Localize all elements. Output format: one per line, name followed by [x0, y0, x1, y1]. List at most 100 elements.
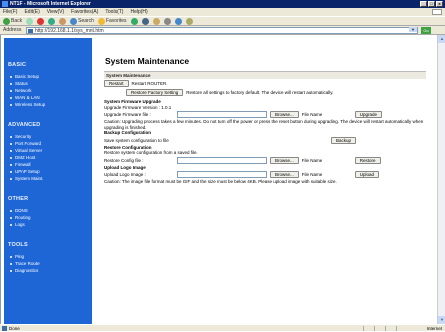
page-viewport: BASIC Basic Setup Status Network WAN & LAN Wi… — [0, 35, 437, 324]
sidebar-item[interactable]: Ping — [4, 253, 92, 260]
sidebar-item[interactable]: Trace Route — [4, 260, 92, 267]
sidebar-group-3: TOOLS — [8, 242, 28, 248]
minimize-button[interactable]: _ — [420, 1, 427, 7]
toolbar-item-mail[interactable] — [152, 17, 160, 25]
title-bar: NT1F - Microsoft Internet Explorer _ □ x — [0, 0, 445, 8]
media-icon — [130, 17, 138, 25]
backup-row: Save system configuration to file Backup — [104, 136, 426, 145]
maximize-button[interactable]: □ — [428, 1, 435, 7]
address-input[interactable]: http://192.168.1.1/sys_mnt.htm — [26, 27, 418, 34]
menu-tools[interactable]: Tools(T) — [105, 8, 123, 16]
upgrade-button[interactable]: Upgrade — [354, 111, 383, 118]
restore-browse-button[interactable]: Browse... — [270, 156, 299, 164]
sidebar-nav: BASIC Basic Setup Status Network WAN & LAN Wi… — [4, 38, 92, 324]
toolbar-item-discuss[interactable] — [185, 17, 193, 25]
status-bar: Done Internet — [0, 324, 445, 331]
backup-button[interactable]: Backup — [331, 136, 357, 144]
sidebar-item[interactable]: Basic Setup — [4, 73, 92, 80]
firmware-file-label: Upgrade Firmware file : — [104, 112, 151, 117]
firmware-browse-button[interactable]: Browse... — [270, 111, 299, 118]
sidebar-item[interactable]: Routing — [4, 214, 92, 221]
logo-file-label: Upload Logo Image : — [104, 172, 146, 177]
logo-file-suffix: File Name — [301, 172, 323, 177]
menu-file[interactable]: File(F) — [3, 8, 17, 16]
ie-icon — [2, 1, 8, 7]
print-icon — [163, 17, 171, 25]
firmware-file-row: Upgrade Firmware file : Browse... File N… — [104, 110, 426, 119]
toolbar-item-back-arrow[interactable]: Back — [3, 17, 22, 25]
refresh-icon — [48, 17, 56, 25]
page-done-icon — [2, 326, 7, 331]
sidebar-item[interactable]: Status — [4, 80, 92, 87]
toolbar-label: Favorites — [105, 18, 127, 24]
vertical-scrollbar[interactable]: ▲ ▼ — [437, 35, 445, 324]
status-separators — [363, 326, 397, 331]
history-icon — [141, 17, 149, 25]
restore-file-input[interactable] — [177, 156, 267, 164]
sidebar-item[interactable]: Wireless Setup — [4, 101, 92, 108]
discuss-icon — [185, 17, 193, 25]
scroll-up-icon[interactable]: ▲ — [438, 35, 445, 43]
firmware-file-input[interactable] — [177, 111, 267, 118]
logo-file-row: Upload Logo Image : Browse... File Name … — [104, 170, 426, 179]
section-header-maintenance: System Maintenance — [104, 71, 426, 79]
restore-file-suffix: File Name — [301, 157, 323, 163]
logo-caution: Caution: The image file format must be G… — [104, 179, 337, 184]
edit-icon — [174, 17, 182, 25]
scroll-down-icon[interactable]: ▼ — [438, 316, 445, 324]
toolbar-item-print[interactable] — [163, 17, 171, 25]
sidebar-item[interactable]: Port Forward — [4, 140, 92, 147]
favorites-icon — [97, 17, 105, 25]
home-icon — [59, 17, 67, 25]
logo-browse-button[interactable]: Browse... — [270, 171, 299, 178]
toolbar-item-favorites[interactable]: Favorites — [97, 17, 127, 25]
factory-reset-button[interactable]: Restore Factory Setting — [126, 89, 184, 96]
page-icon — [28, 29, 33, 33]
browser-window: NT1F - Microsoft Internet Explorer _ □ x… — [0, 0, 445, 331]
factory-row: Restore Factory Setting Restore all sett… — [104, 88, 426, 97]
toolbar-item-edit[interactable] — [174, 17, 182, 25]
logo-file-input[interactable] — [177, 171, 267, 178]
sidebar-item[interactable]: System Maint. — [4, 175, 92, 182]
sidebar-item[interactable]: Virtual Server — [4, 147, 92, 154]
backup-label: Save system configuration to file — [104, 137, 169, 143]
upload-button[interactable]: Upload — [354, 171, 380, 178]
window-title: NT1F - Microsoft Internet Explorer — [10, 1, 91, 7]
sidebar-item[interactable]: DDNS — [4, 207, 92, 214]
menu-help[interactable]: Help(H) — [130, 8, 147, 16]
status-text: Done — [9, 326, 20, 331]
toolbar-label: Search — [78, 18, 94, 24]
sidebar-item[interactable]: UPnP Setup — [4, 168, 92, 175]
chevron-down-icon[interactable]: ▼ — [409, 27, 417, 32]
toolbar-item-search[interactable]: Search — [70, 17, 94, 25]
menu-edit[interactable]: Edit(E) — [24, 8, 39, 16]
sidebar-item[interactable]: DMZ Host — [4, 154, 92, 161]
restart-button[interactable]: Restart — [104, 80, 129, 87]
forward-arrow-icon — [26, 17, 34, 25]
search-icon — [70, 17, 78, 25]
restart-row: Restart Restart ROUTER. — [104, 79, 426, 88]
restore-file-row: Restore Config file : Browse... File Nam… — [104, 156, 426, 165]
sidebar-item[interactable]: Security — [4, 133, 92, 140]
close-button[interactable]: x — [436, 1, 443, 7]
toolbar-item-refresh[interactable] — [48, 17, 56, 25]
toolbar-item-home[interactable] — [59, 17, 67, 25]
address-url: http://192.168.1.1/sys_mnt.htm — [35, 28, 104, 34]
toolbar-item-media[interactable] — [130, 17, 138, 25]
sidebar-item[interactable]: Network — [4, 87, 92, 94]
sidebar-item[interactable]: Logs — [4, 221, 92, 228]
sidebar-item[interactable]: Firewall — [4, 161, 92, 168]
go-button[interactable]: Go — [421, 27, 431, 34]
toolbar-item-forward-arrow[interactable] — [26, 17, 34, 25]
address-label: Address — [3, 27, 22, 33]
menu-bar: File(F) Edit(E) View(V) Favorites(A) Too… — [0, 8, 445, 16]
sidebar-group-2: OTHER — [8, 196, 29, 202]
menu-favorites[interactable]: Favorites(A) — [71, 8, 98, 16]
sidebar-item[interactable]: WAN & LAN — [4, 94, 92, 101]
menu-view[interactable]: View(V) — [47, 8, 64, 16]
toolbar-item-stop[interactable] — [37, 17, 45, 25]
restart-label: Restart ROUTER. — [131, 81, 168, 86]
sidebar-item[interactable]: Diagnostics — [4, 267, 92, 274]
restore-button[interactable]: Restore — [354, 156, 381, 164]
toolbar-item-history[interactable] — [141, 17, 149, 25]
